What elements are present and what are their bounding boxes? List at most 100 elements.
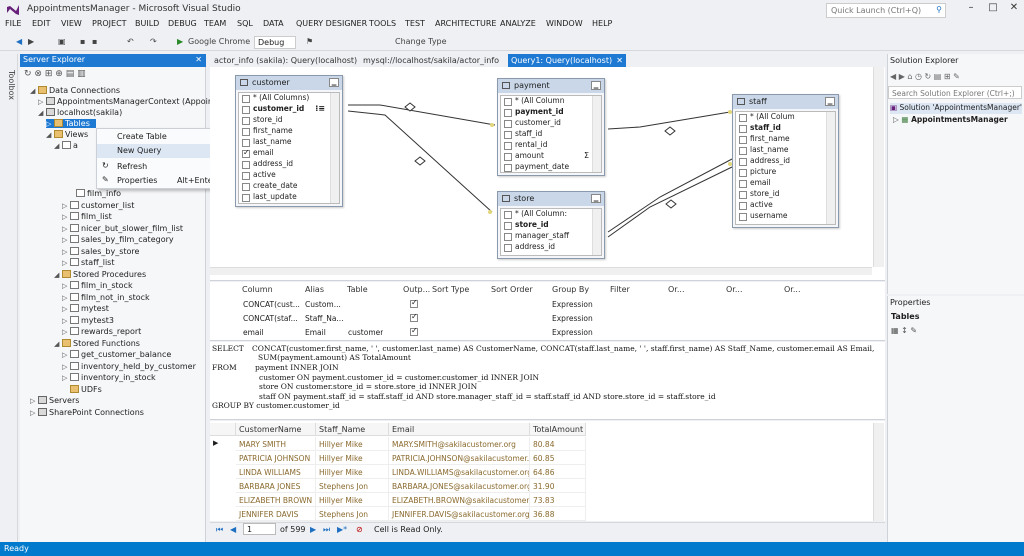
filter-icon[interactable]: ⊞ (45, 69, 53, 79)
table-payment[interactable]: payment ▁ * (All Column payment_id custom… (497, 78, 605, 176)
result-cell[interactable]: 36.88 (530, 507, 586, 521)
menu-analyze[interactable]: ANALYZE (500, 19, 536, 28)
diagram-vscrollbar[interactable] (873, 67, 884, 267)
result-cell[interactable]: 64.86 (530, 465, 586, 479)
tree-staff-list[interactable]: ▷ staff_list (62, 258, 114, 267)
tree-mytest3[interactable]: ▷ mytest3 (62, 316, 114, 325)
ctx-create-table[interactable]: Create Table (97, 130, 228, 144)
tree-data-connections[interactable]: ◢ Data Connections (30, 86, 120, 95)
result-cell[interactable]: JENNIFER DAVIS (236, 507, 316, 521)
toolbox-tab[interactable]: Toolbox (2, 70, 16, 130)
menu-help[interactable]: HELP (592, 19, 612, 28)
result-cell[interactable]: Hillyer Mike (316, 437, 389, 451)
tree-connection-localhost[interactable]: ◢ localhost(sakila) (38, 108, 122, 117)
table-staff-header[interactable]: staff ▁ (733, 95, 838, 109)
menu-team[interactable]: TEAM (204, 19, 226, 28)
column-row[interactable]: address_id (736, 156, 835, 167)
column-row[interactable]: * (All Column (501, 96, 601, 107)
menu-edit[interactable]: EDIT (32, 19, 50, 28)
tree-film-not-in-stock[interactable]: ▷ film_not_in_stock (62, 293, 150, 302)
column-row[interactable]: manager_staff (501, 231, 601, 242)
start-debug-icon[interactable]: ▶ (177, 37, 183, 46)
minimize-table-icon[interactable]: ▁ (329, 78, 339, 87)
column-row[interactable]: staff_id (501, 129, 601, 140)
scrollbar[interactable] (330, 93, 339, 203)
save-icon[interactable]: ▪ (80, 37, 85, 46)
grid-cell-column[interactable]: CONCAT(cust... (243, 297, 301, 311)
solution-node[interactable]: ▣ Solution 'AppointmentsManager' (890, 103, 1022, 114)
grid-cell-table[interactable]: customer (348, 325, 383, 339)
menu-architecture[interactable]: ARCHITECTURE (435, 19, 496, 28)
column-row[interactable]: last_name (736, 145, 835, 156)
grid-cell-group-by[interactable]: Expression (552, 297, 593, 311)
first-record-icon[interactable]: ⏮ (216, 525, 223, 535)
close-tab-icon[interactable]: ✕ (616, 56, 623, 65)
result-cell[interactable]: Stephens Jon (316, 507, 389, 521)
grid-cell-group-by[interactable]: Expression (552, 311, 593, 325)
tree-udfs[interactable]: UDFs (62, 385, 102, 394)
minimize-table-icon[interactable]: ▁ (825, 97, 835, 106)
menu-data[interactable]: DATA (263, 19, 284, 28)
refresh-icon[interactable]: ↻ (24, 69, 32, 79)
column-row[interactable]: username (736, 211, 835, 222)
results-vscrollbar[interactable] (873, 423, 884, 521)
result-cell[interactable]: 31.90 (530, 479, 586, 493)
minimize-table-icon[interactable]: ▁ (591, 194, 601, 203)
menu-debug[interactable]: DEBUG (168, 19, 197, 28)
attach-icon[interactable]: ⚑ (306, 37, 313, 46)
tree-film-info[interactable]: film_info (76, 189, 121, 198)
grid-cell-alias[interactable]: Email (305, 325, 345, 339)
result-cell[interactable]: LINDA.WILLIAMS@sakilacustomer.org (389, 465, 530, 479)
menu-query-designer[interactable]: QUERY DESIGNER (296, 19, 367, 28)
result-cell[interactable]: PATRICIA JOHNSON (236, 451, 316, 465)
column-row[interactable]: email (736, 178, 835, 189)
grid-cell-alias[interactable]: Custom... (305, 297, 345, 311)
column-row[interactable]: payment_id (501, 107, 601, 118)
menu-tools[interactable]: TOOLS (369, 19, 396, 28)
solution-search-input[interactable]: Search Solution Explorer (Ctrl+;) (888, 86, 1022, 99)
menu-view[interactable]: VIEW (61, 19, 82, 28)
quick-launch-input[interactable]: Quick Launch (Ctrl+Q) ⚲ (826, 3, 946, 18)
tab-query1[interactable]: Query1: Query(localhost) ✕ (508, 54, 626, 67)
column-row[interactable]: active (239, 170, 339, 181)
result-cell[interactable]: ELIZABETH.BROWN@sakilacustomer.... (389, 493, 530, 507)
column-row[interactable]: customer_id (501, 118, 601, 129)
ctx-new-query[interactable]: New Query (97, 144, 228, 158)
result-cell[interactable]: 80.84 (530, 437, 586, 451)
results-header-totalamount[interactable]: TotalAmount (530, 423, 586, 436)
grid-cell-group-by[interactable]: Expression (552, 325, 593, 339)
column-row[interactable]: email (239, 148, 339, 159)
column-row[interactable]: store_id (501, 220, 601, 231)
result-cell[interactable]: MARY.SMITH@sakilacustomer.org (389, 437, 530, 451)
tree-connection-context[interactable]: ▷ AppointmentsManagerContext (Appointm (38, 97, 224, 106)
result-cell[interactable]: Hillyer Mike (316, 493, 389, 507)
menu-project[interactable]: PROJECT (92, 19, 127, 28)
undo-icon[interactable]: ↶ (127, 37, 134, 46)
column-row[interactable]: * (All Columns) (239, 93, 339, 104)
scrollbar[interactable] (826, 112, 835, 224)
tree-sharepoint[interactable]: ▷ SharePoint Connections (30, 408, 144, 417)
record-number-input[interactable]: 1 (243, 523, 276, 535)
table-staff[interactable]: staff ▁ * (All Colum staff_id first_name … (732, 94, 839, 228)
tree-film-in-stock[interactable]: ▷ film_in_stock (62, 281, 133, 290)
column-row[interactable]: * (All Column: (501, 209, 601, 220)
column-row[interactable]: first_name (239, 126, 339, 137)
browser-selector[interactable]: Google Chrome (188, 37, 250, 46)
result-cell[interactable]: BARBARA.JONES@sakilacustomer.org (389, 479, 530, 493)
last-record-icon[interactable]: ⏭ (323, 525, 330, 535)
tree-sales-by-store[interactable]: ▷ sales_by_store (62, 247, 139, 256)
column-row[interactable]: amount Σ (501, 151, 601, 162)
column-row[interactable]: active (736, 200, 835, 211)
column-row[interactable]: * (All Colum (736, 112, 835, 123)
new-project-icon[interactable]: ▣ (58, 37, 66, 46)
tree-film-list[interactable]: ▷ film_list (62, 212, 112, 221)
grid-output-checkbox[interactable] (410, 297, 418, 311)
grid-cell-alias[interactable]: Staff_Na... (305, 311, 345, 325)
stop-icon[interactable]: ⊗ (34, 69, 42, 79)
save-all-icon[interactable]: ▪ (92, 37, 97, 46)
column-row[interactable]: rental_id (501, 140, 601, 151)
table-payment-header[interactable]: payment ▁ (498, 79, 604, 93)
result-cell[interactable]: MARY SMITH (236, 437, 316, 451)
scrollbar[interactable] (592, 96, 601, 172)
tab-actor-info-view[interactable]: mysql://localhost/sakila/actor_info (360, 54, 502, 67)
